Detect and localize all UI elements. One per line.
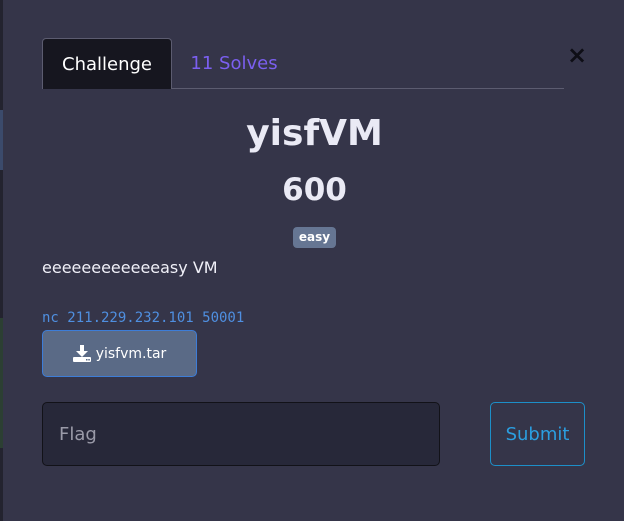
connection-info: nc 211.229.232.101 50001 (42, 310, 245, 326)
challenge-name: yisfVM (246, 113, 383, 154)
download-file-label: yisfvm.tar (95, 345, 167, 362)
challenge-description: eeeeeeeeeeeeasy VM (42, 258, 218, 277)
tab-challenge[interactable]: Challenge (42, 38, 172, 89)
challenge-modal: × Challenge 11 Solves yisfVM 600 easy ee… (3, 0, 624, 521)
difficulty-badge: easy (292, 227, 337, 248)
download-icon (72, 345, 91, 362)
flag-input[interactable] (42, 402, 440, 466)
submit-button[interactable]: Submit (490, 402, 585, 466)
close-icon[interactable]: × (567, 41, 587, 69)
tab-bar: Challenge 11 Solves (42, 38, 564, 89)
close-button[interactable]: × (564, 42, 590, 68)
tab-solves[interactable]: 11 Solves (172, 38, 296, 89)
download-file-button[interactable]: yisfvm.tar (42, 330, 197, 377)
challenge-points: 600 (282, 172, 347, 208)
difficulty-badge-wrap: easy (42, 226, 587, 248)
